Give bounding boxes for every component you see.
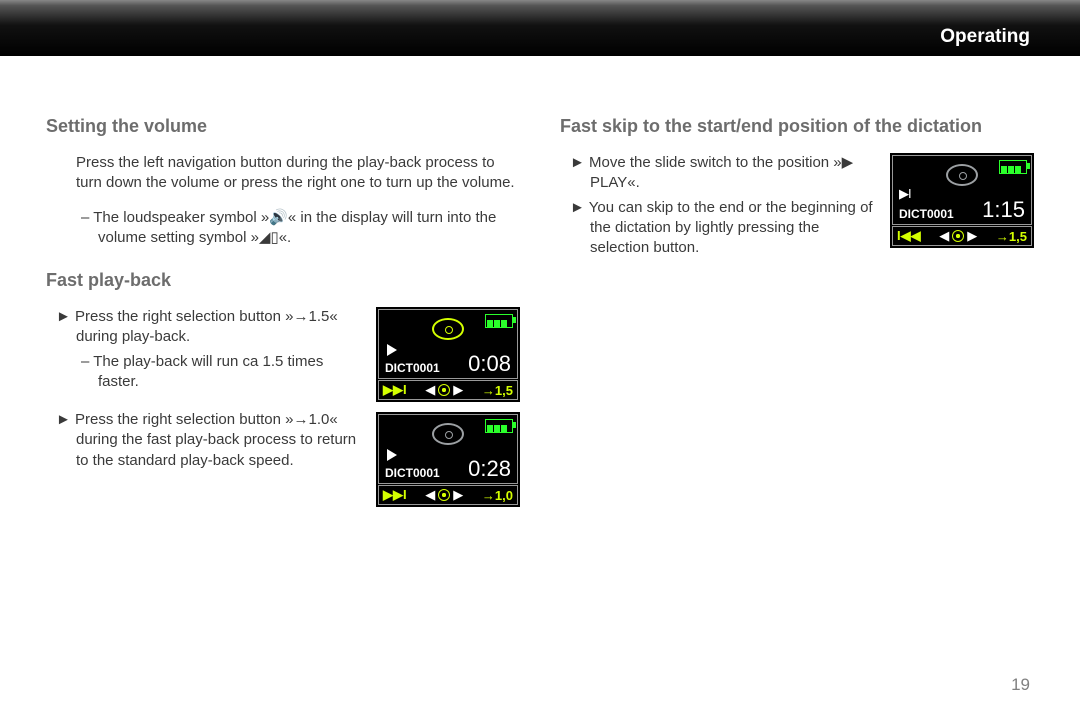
list-item: Press the right selection button »→1.0« … [76, 410, 362, 471]
heading-fast-skip: Fast skip to the start/end position of t… [560, 116, 1034, 137]
header-bar: Operating [0, 0, 1080, 56]
disc-icon [946, 164, 978, 186]
disc-icon [432, 423, 464, 445]
paragraph: Press the left navigation button during … [76, 153, 520, 194]
heading-fast-playback: Fast play-back [46, 270, 520, 291]
nav-right-icon: ▶ [453, 382, 463, 398]
skip-forward-icon: ▶▶I [383, 487, 407, 503]
battery-icon [485, 314, 513, 328]
battery-icon [999, 160, 1027, 174]
sub-item: The loudspeaker symbol »🔊« in the displa… [98, 208, 520, 249]
section-fast-skip: Fast skip to the start/end position of t… [560, 116, 1034, 262]
page-header-title: Operating [940, 26, 1030, 48]
nav-left-icon: ◀ [939, 228, 949, 244]
speed-label: →1,5 [996, 229, 1027, 244]
disc-icon [432, 318, 464, 340]
page-body: Setting the volume Press the left naviga… [0, 56, 1080, 529]
speaker-icon [438, 489, 450, 501]
time-label: 0:28 [468, 456, 511, 482]
speed-label: →1,5 [482, 383, 513, 398]
speaker-icon [438, 384, 450, 396]
speed-label: →1,0 [482, 488, 513, 503]
nav-right-icon: ▶ [967, 228, 977, 244]
list-item: Press the right selection button »→1.5« … [76, 307, 362, 348]
speaker-icon [952, 230, 964, 242]
nav-left-icon: ◀ [425, 382, 435, 398]
play-icon [387, 449, 397, 461]
play-icon [387, 344, 397, 356]
skip-end-icon: ▶I [899, 186, 911, 202]
skip-forward-icon: ▶▶I [383, 382, 407, 398]
row-fast-1: Press the right selection button »→1.5« … [46, 307, 520, 507]
nav-left-icon: ◀ [425, 487, 435, 503]
left-column: Setting the volume Press the left naviga… [46, 116, 520, 529]
list-item: You can skip to the end or the beginning… [590, 198, 876, 259]
page-number: 19 [1011, 675, 1030, 695]
softkey-bar: ▶▶I ◀ ▶ →1,0 [378, 485, 518, 505]
lcd-stack: DICT0001 0:08 ▶▶I ◀ ▶ →1,5 [376, 307, 520, 507]
right-column: Fast skip to the start/end position of t… [560, 116, 1034, 529]
device-screen-3: ▶I DICT0001 1:15 I◀◀ ◀ ▶ →1,5 [890, 153, 1034, 248]
time-label: 1:15 [982, 197, 1025, 223]
sub-item: The play-back will run ca 1.5 times fast… [98, 352, 362, 393]
list-item: Move the slide switch to the position »▶… [590, 153, 876, 194]
device-screen-1: DICT0001 0:08 ▶▶I ◀ ▶ →1,5 [376, 307, 520, 402]
device-screen-2: DICT0001 0:28 ▶▶I ◀ ▶ →1,0 [376, 412, 520, 507]
dict-label: DICT0001 [385, 466, 440, 480]
battery-icon [485, 419, 513, 433]
softkey-bar: I◀◀ ◀ ▶ →1,5 [892, 226, 1032, 246]
softkey-bar: ▶▶I ◀ ▶ →1,5 [378, 380, 518, 400]
dict-label: DICT0001 [899, 207, 954, 221]
time-label: 0:08 [468, 351, 511, 377]
heading-setting-volume: Setting the volume [46, 116, 520, 137]
skip-start-icon: I◀◀ [897, 228, 921, 244]
dict-label: DICT0001 [385, 361, 440, 375]
section-setting-volume: Setting the volume Press the left naviga… [46, 116, 520, 248]
section-fast-playback: Fast play-back Press the right selection… [46, 270, 520, 507]
nav-right-icon: ▶ [453, 487, 463, 503]
